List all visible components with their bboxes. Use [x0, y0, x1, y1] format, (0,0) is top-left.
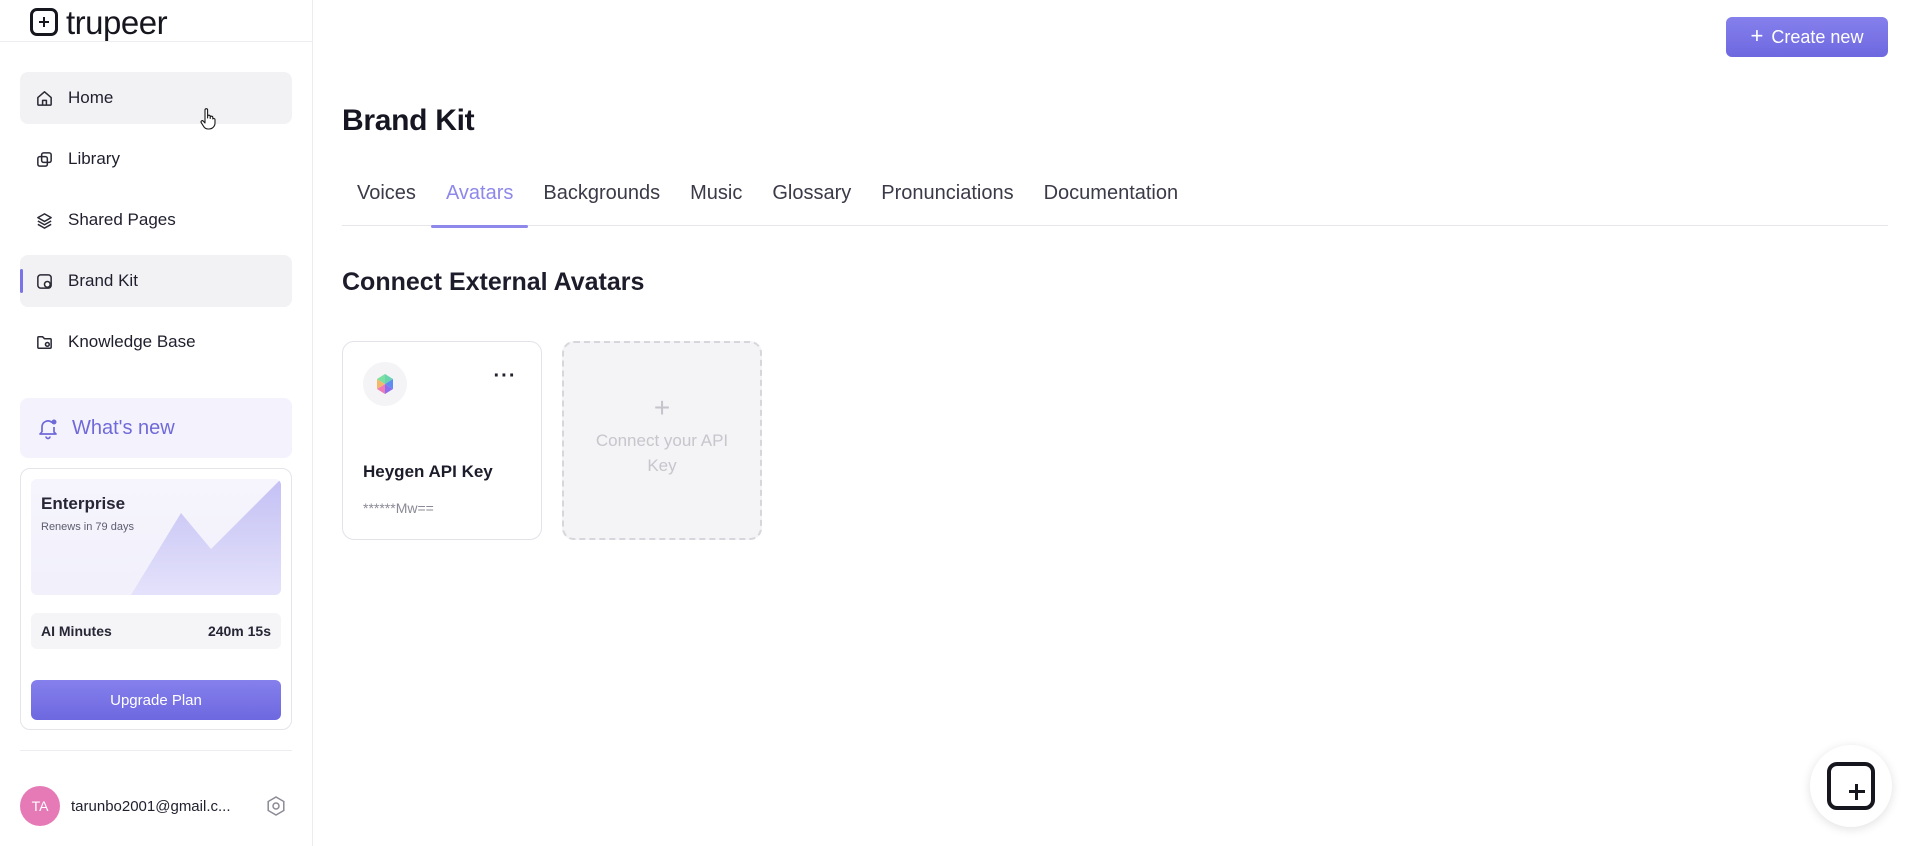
floating-trupeer-button[interactable]	[1810, 745, 1892, 827]
divider	[0, 41, 312, 42]
plus-icon: +	[653, 391, 671, 423]
section-title: Connect External Avatars	[342, 268, 645, 296]
sidebar-nav: Home Library Shared Pages Brand Kit Know…	[20, 72, 292, 377]
sidebar-item-label: Brand Kit	[68, 271, 138, 290]
trupeer-logo-icon	[1827, 762, 1875, 810]
whats-new-button[interactable]: What's new	[20, 398, 292, 458]
tab-pronunciations[interactable]: Pronunciations	[866, 168, 1028, 226]
plan-name: Enterprise	[41, 494, 126, 513]
sidebar-item-home[interactable]: Home	[20, 72, 292, 124]
more-options-icon[interactable]: ···	[487, 365, 523, 387]
upgrade-plan-button[interactable]: Upgrade Plan	[31, 680, 281, 720]
card-title: Heygen API Key	[363, 462, 493, 481]
heygen-api-card[interactable]: ··· Heygen API Key ******Mw==	[342, 341, 542, 540]
ai-minutes-value: 240m 15s	[207, 623, 271, 639]
plan-card: Enterprise Renews in 79 days AI Minutes …	[20, 468, 292, 730]
avatar: TA	[20, 786, 60, 826]
folder-icon	[34, 332, 54, 352]
user-profile[interactable]: TA tarunbo2001@gmail.c...	[20, 786, 295, 826]
tab-avatars[interactable]: Avatars	[430, 168, 529, 228]
sidebar-item-brand-kit[interactable]: Brand Kit	[20, 255, 292, 307]
sidebar-item-library[interactable]: Library	[20, 133, 292, 185]
logo-icon	[30, 8, 58, 36]
masked-api-key: ******Mw==	[363, 500, 434, 516]
layers-icon	[34, 210, 54, 230]
sidebar-item-label: Home	[68, 88, 114, 107]
plan-renewal: Renews in 79 days	[41, 521, 134, 533]
create-new-button[interactable]: + Create new	[1726, 17, 1888, 57]
ai-minutes-label: AI Minutes	[41, 623, 112, 639]
create-new-label: Create new	[1771, 26, 1864, 47]
tab-backgrounds[interactable]: Backgrounds	[528, 168, 675, 226]
sidebar-item-knowledge-base[interactable]: Knowledge Base	[20, 316, 292, 368]
user-email: tarunbo2001@gmail.c...	[71, 797, 231, 815]
whats-new-label: What's new	[72, 416, 175, 439]
ai-minutes-row: AI Minutes 240m 15s	[31, 613, 281, 649]
plus-icon: +	[1750, 23, 1764, 48]
heygen-logo-icon	[363, 362, 407, 406]
brand-kit-tabs: Voices Avatars Backgrounds Music Glossar…	[342, 168, 1888, 228]
hand-cursor-icon	[200, 108, 216, 130]
tab-music[interactable]: Music	[675, 168, 757, 226]
sidebar-item-label: Shared Pages	[68, 210, 176, 229]
divider	[20, 750, 292, 751]
brand-kit-icon	[34, 271, 54, 291]
home-icon	[34, 88, 54, 108]
settings-icon[interactable]	[265, 795, 287, 817]
tab-voices[interactable]: Voices	[342, 168, 431, 226]
page-title: Brand Kit	[342, 104, 475, 137]
connect-api-key-label: Connect your API Key	[595, 430, 729, 475]
sidebar-item-label: Knowledge Base	[68, 332, 196, 351]
sidebar: trupeer Home Library Shared Pages Brand	[0, 0, 313, 846]
library-icon	[34, 149, 54, 169]
tab-glossary[interactable]: Glossary	[757, 168, 866, 226]
plan-banner: Enterprise Renews in 79 days	[31, 479, 281, 595]
connect-api-key-card[interactable]: + Connect your API Key	[562, 341, 762, 540]
logo[interactable]: trupeer	[30, 3, 168, 41]
bell-icon	[39, 419, 57, 440]
sidebar-item-shared-pages[interactable]: Shared Pages	[20, 194, 292, 246]
tab-documentation[interactable]: Documentation	[1029, 168, 1194, 226]
sidebar-item-label: Library	[68, 149, 120, 168]
logo-text: trupeer	[66, 3, 168, 41]
